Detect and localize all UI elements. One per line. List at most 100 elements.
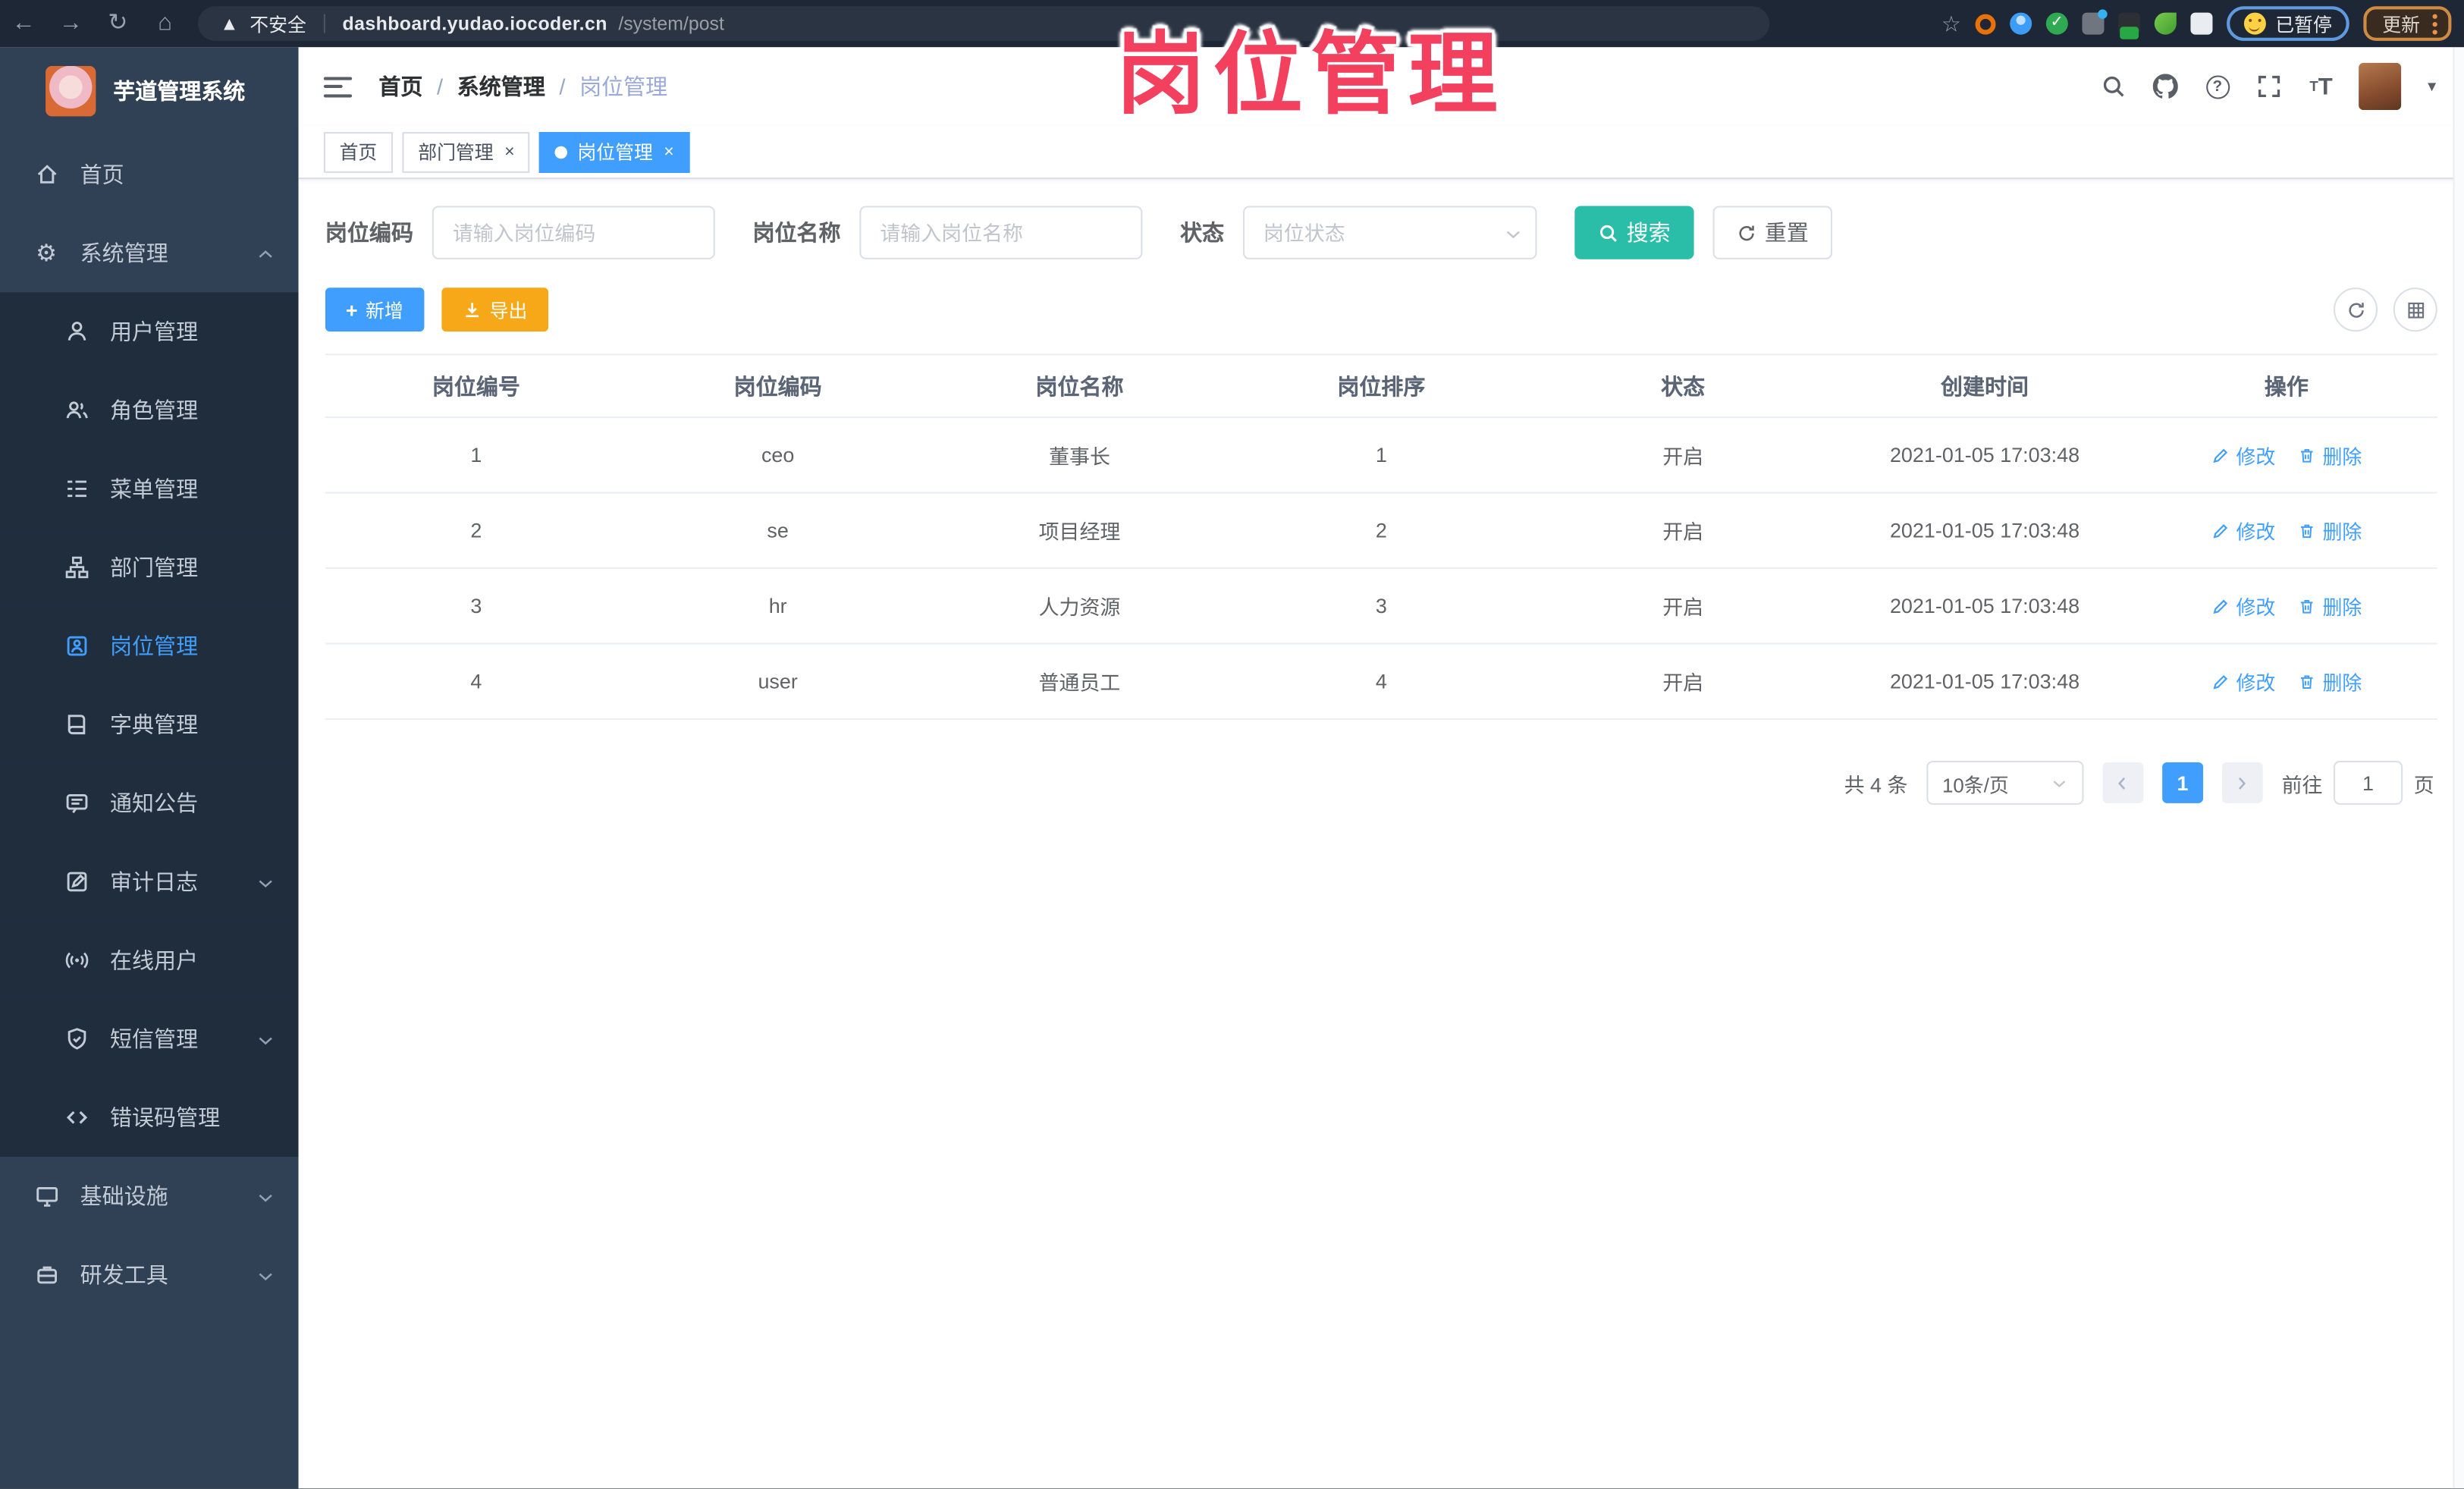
help-icon[interactable]: ? [2203, 72, 2231, 100]
close-icon[interactable]: × [664, 143, 673, 162]
tab-home[interactable]: 首页 [323, 131, 394, 172]
status-select-input[interactable] [1242, 206, 1537, 259]
current-page-button[interactable]: 1 [2162, 762, 2203, 803]
dictionary-icon [63, 712, 89, 738]
search-icon[interactable] [2099, 72, 2127, 100]
sidebar-item-users[interactable]: 用户管理 [0, 292, 299, 372]
announcement-icon [63, 790, 89, 816]
post-badge-icon [63, 633, 89, 659]
edit-link[interactable]: 修改 [2211, 440, 2275, 470]
extension-icon-gtr[interactable] [2118, 12, 2141, 39]
extension-icon-pin[interactable] [2010, 12, 2032, 35]
bookmark-star-icon[interactable]: ☆ [1941, 10, 1961, 36]
extension-icon-check[interactable]: ✓ [2045, 12, 2068, 35]
profile-paused-chip[interactable]: 已暂停 [2227, 6, 2349, 41]
page-size-select[interactable]: 10条/页 [1926, 760, 2084, 805]
sidebar-item-audit-log[interactable]: 审计日志 [0, 842, 299, 922]
chevron-up-icon [256, 243, 275, 262]
home-icon[interactable]: ⌂ [141, 0, 188, 47]
edit-link[interactable]: 修改 [2211, 591, 2275, 620]
search-button[interactable]: 搜索 [1574, 206, 1694, 259]
delete-link[interactable]: 删除 [2297, 516, 2362, 545]
tab-departments[interactable]: 部门管理 × [402, 131, 531, 172]
breadcrumb-separator: / [559, 74, 566, 99]
kebab-menu-icon[interactable] [2432, 13, 2437, 18]
page-scrollbar[interactable] [2453, 47, 2464, 1489]
delete-link[interactable]: 删除 [2297, 440, 2362, 470]
font-size-icon[interactable]: TT [2307, 72, 2335, 100]
app-logo[interactable]: 芋道管理系统 [0, 47, 299, 135]
sms-shield-icon [63, 1026, 89, 1052]
extension-icon-gray[interactable] [2082, 9, 2108, 35]
filter-post-code: 岗位编码 [325, 206, 715, 259]
table-row: 3 hr 人力资源 3 开启 2021-01-05 17:03:48 修改 删除 [325, 569, 2437, 645]
status-text: 开启 [1662, 445, 1704, 469]
prev-page-button[interactable] [2102, 762, 2144, 803]
update-label: 更新 [2382, 13, 2420, 36]
sidebar-item-posts[interactable]: 岗位管理 [0, 606, 299, 686]
breadcrumb-system[interactable]: 系统管理 [457, 71, 545, 102]
delete-link[interactable]: 删除 [2297, 591, 2362, 620]
sidebar-item-departments[interactable]: 部门管理 [0, 528, 299, 607]
sidebar-item-dev-tools[interactable]: 研发工具 [0, 1236, 299, 1315]
caret-down-icon[interactable]: ▼ [2425, 79, 2438, 95]
warning-icon: ▲ [220, 12, 239, 35]
col-actions: 操作 [2264, 373, 2309, 399]
org-tree-icon [63, 554, 89, 580]
github-icon[interactable] [2152, 72, 2180, 100]
address-divider [323, 14, 325, 33]
extensions-puzzle-icon[interactable] [2190, 12, 2213, 35]
goto-page: 前往 页 [2282, 760, 2434, 805]
close-icon[interactable]: × [504, 143, 514, 162]
sidebar-item-roles[interactable]: 角色管理 [0, 371, 299, 450]
sidebar-item-error-codes[interactable]: 错误码管理 [0, 1078, 299, 1158]
sidebar-item-menus[interactable]: 菜单管理 [0, 449, 299, 529]
status-label: 状态 [1180, 220, 1225, 246]
browser-actions: ☆ ✓ 已暂停 更新 [1941, 0, 2452, 47]
reload-icon[interactable]: ↻ [94, 0, 141, 47]
back-icon[interactable]: ← [0, 0, 47, 47]
refresh-button[interactable] [2334, 287, 2378, 332]
reset-button[interactable]: 重置 [1712, 206, 1833, 259]
add-button[interactable]: + 新增 [325, 287, 424, 332]
sidebar-item-online-users[interactable]: 在线用户 [0, 921, 299, 1000]
audit-log-icon [63, 869, 89, 895]
online-users-icon [63, 947, 89, 973]
user-avatar[interactable] [2359, 62, 2402, 111]
col-post-sort: 岗位排序 [1337, 373, 1426, 399]
sidebar-item-dictionary[interactable]: 字典管理 [0, 685, 299, 765]
extension-icon-leaf[interactable] [2154, 12, 2177, 35]
export-button[interactable]: 导出 [441, 287, 548, 332]
url-path: /system/post [618, 12, 724, 35]
status-select[interactable] [1242, 206, 1537, 259]
column-settings-button[interactable] [2393, 287, 2437, 332]
app-title: 芋道管理系统 [113, 78, 246, 104]
table-row: 4 user 普通员工 4 开启 2021-01-05 17:03:48 修改 … [325, 645, 2437, 721]
delete-link[interactable]: 删除 [2297, 667, 2362, 696]
sidebar-item-infrastructure[interactable]: 基础设施 [0, 1157, 299, 1236]
overlay-annotation-title: 岗位管理 [1116, 25, 1506, 126]
forward-icon[interactable]: → [47, 0, 94, 47]
post-name-input[interactable] [859, 206, 1143, 259]
sidebar-item-sms[interactable]: 短信管理 [0, 999, 299, 1079]
hamburger-icon[interactable] [323, 76, 353, 97]
edit-link[interactable]: 修改 [2211, 516, 2275, 545]
goto-page-input[interactable] [2333, 760, 2403, 805]
status-text: 开启 [1662, 671, 1704, 695]
chevron-down-icon [256, 1186, 275, 1205]
fullscreen-icon[interactable] [2255, 72, 2284, 100]
next-page-button[interactable] [2221, 762, 2263, 803]
extension-icon-ring[interactable] [1975, 13, 1996, 34]
sidebar-item-announcements[interactable]: 通知公告 [0, 764, 299, 843]
plus-icon: + [345, 297, 358, 322]
sidebar-item-home[interactable]: 首页 [0, 135, 299, 214]
error-code-icon [63, 1104, 89, 1131]
sidebar-item-system[interactable]: ⚙ 系统管理 [0, 214, 299, 293]
breadcrumb-home[interactable]: 首页 [378, 71, 422, 102]
address-bar[interactable]: ▲ 不安全 dashboard.yudao.iocoder.cn/system/… [198, 6, 1770, 41]
url-domain: dashboard.yudao.iocoder.cn [342, 12, 607, 35]
browser-update-button[interactable]: 更新 [2363, 6, 2452, 41]
post-code-input[interactable] [432, 206, 715, 259]
edit-link[interactable]: 修改 [2211, 667, 2275, 696]
tab-posts[interactable]: 岗位管理 × [539, 131, 690, 172]
